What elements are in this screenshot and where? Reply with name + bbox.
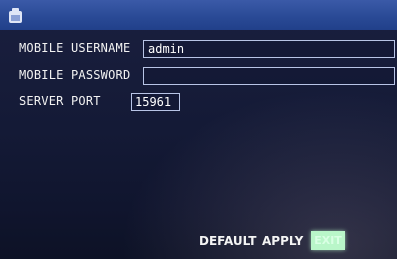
mobile-username-field[interactable]: admin (143, 40, 395, 58)
server-port-field[interactable]: 15961 (131, 93, 180, 111)
exit-button[interactable]: EXIT (311, 231, 345, 250)
default-button[interactable]: DEFAULT (199, 234, 257, 248)
server-port-label: SERVER PORT (19, 94, 101, 108)
mobile-password-field[interactable] (143, 67, 395, 85)
apply-button[interactable]: APPLY (262, 234, 303, 248)
back-icon[interactable] (8, 8, 23, 24)
title-bar (0, 0, 397, 30)
mobile-username-label: MOBILE USERNAME (19, 41, 131, 55)
mobile-password-label: MOBILE PASSWORD (19, 68, 131, 82)
network-settings-screen: MOBILE USERNAME admin MOBILE PASSWORD SE… (0, 0, 397, 259)
